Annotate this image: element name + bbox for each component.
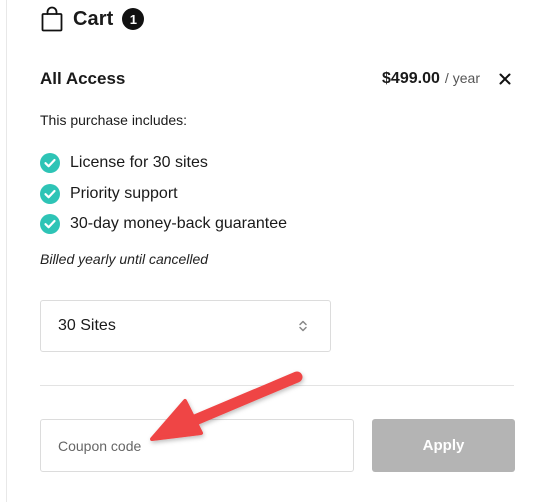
cart-header: Cart 1 xyxy=(40,6,145,32)
feature-item: 30-day money-back guarantee xyxy=(40,209,287,240)
feature-item: License for 30 sites xyxy=(40,148,287,179)
feature-label: 30-day money-back guarantee xyxy=(70,215,288,233)
check-circle-icon xyxy=(40,214,60,235)
billing-period: year xyxy=(452,70,480,86)
sites-select-value: 30 Sites xyxy=(58,317,116,334)
panel-border xyxy=(6,0,7,502)
close-icon xyxy=(499,73,511,85)
check-circle-icon xyxy=(40,183,60,204)
feature-item: Priority support xyxy=(40,179,287,210)
cart-count-badge: 1 xyxy=(122,8,145,30)
cart-title: Cart xyxy=(73,7,114,30)
billing-note: Billed yearly until cancelled xyxy=(40,251,209,267)
price-block: $499.00 / year xyxy=(382,70,480,88)
divider xyxy=(40,385,514,386)
apply-coupon-button[interactable]: Apply xyxy=(372,419,515,472)
feature-label: License for 30 sites xyxy=(70,154,208,172)
select-arrows-icon xyxy=(298,319,308,333)
shopping-bag-icon xyxy=(40,6,64,32)
feature-label: Priority support xyxy=(70,184,178,202)
coupon-code-input[interactable] xyxy=(40,419,354,472)
product-name: All Access xyxy=(40,69,126,88)
product-price: $499.00 xyxy=(382,70,440,87)
includes-heading: This purchase includes: xyxy=(40,112,188,128)
check-circle-icon xyxy=(40,153,60,174)
sites-select[interactable]: 30 Sites xyxy=(40,300,331,352)
feature-list: License for 30 sites Priority support 30… xyxy=(40,148,287,240)
cart-panel: Cart 1 All Access $499.00 / year This pu… xyxy=(0,0,547,502)
remove-item-button[interactable] xyxy=(496,70,514,88)
price-separator: / xyxy=(444,70,449,86)
